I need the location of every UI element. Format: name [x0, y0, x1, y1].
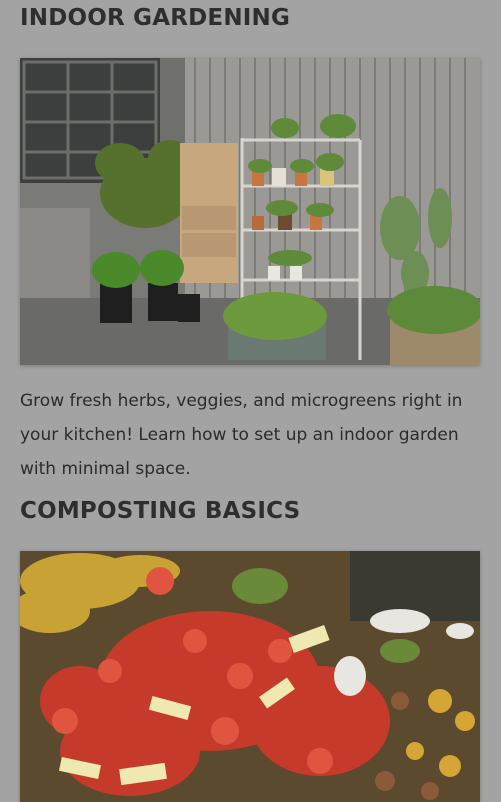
compost-pile-photo: [20, 551, 480, 802]
page: INDOOR GARDENING Grow fresh herbs, veggi…: [0, 0, 501, 802]
indoor-gardening-description: Grow fresh herbs, veggies, and microgree…: [20, 391, 463, 479]
indoor-garden-photo: [20, 58, 480, 365]
indoor-gardening-heading: INDOOR GARDENING: [20, 5, 291, 31]
composting-basics-heading: COMPOSTING BASICS: [20, 498, 301, 524]
